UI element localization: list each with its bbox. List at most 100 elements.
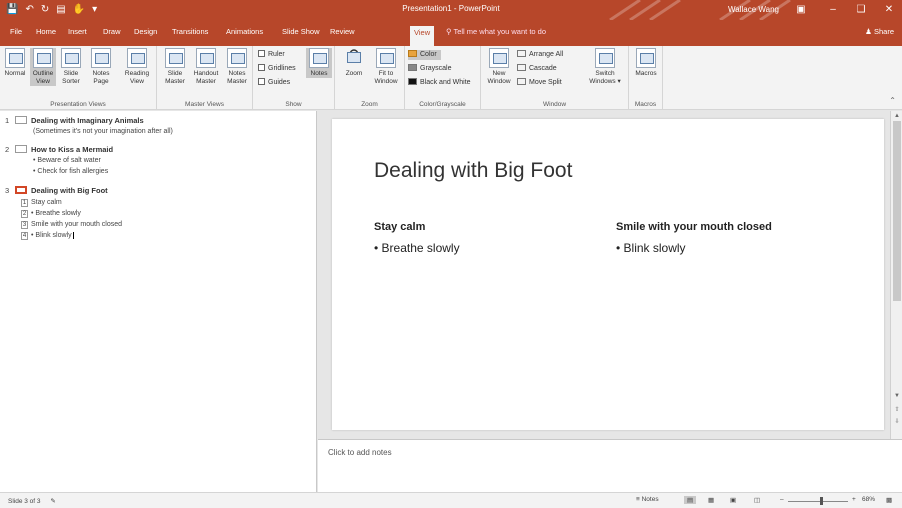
macros-label: Macros	[635, 70, 657, 77]
bw-label: Black and White	[420, 79, 471, 86]
move-split-button[interactable]: Move Split	[517, 78, 562, 88]
scroll-down-icon[interactable]: ▼	[891, 391, 902, 401]
right-column-bullet[interactable]: • Blink slowly	[616, 241, 686, 255]
tab-home[interactable]: Home	[32, 25, 60, 39]
scroll-up-icon[interactable]: ▲	[891, 111, 902, 121]
slide-canvas[interactable]: Dealing with Big Foot Stay calm • Breath…	[332, 119, 884, 430]
notes-master-button[interactable]: Notes Master	[223, 48, 251, 86]
tab-transitions[interactable]: Transitions	[168, 25, 212, 39]
grayscale-button[interactable]: Grayscale	[408, 64, 452, 74]
share-button[interactable]: ♟ Share	[865, 25, 894, 39]
previous-slide-icon[interactable]: ⇧	[891, 405, 902, 415]
group-label: Presentation Views	[50, 101, 106, 108]
share-label: Share	[873, 27, 894, 36]
outline-pane[interactable]: 1 Dealing with Imaginary Animals (Sometim…	[0, 111, 317, 492]
notes-toggle-button[interactable]: Notes	[306, 48, 332, 78]
tab-draw[interactable]: Draw	[99, 25, 125, 39]
zoom-level[interactable]: 68%	[862, 496, 875, 503]
tab-animations[interactable]: Animations	[222, 25, 267, 39]
notes-placeholder[interactable]: Click to add notes	[328, 448, 392, 457]
group-zoom: ⚲ Zoom Fit to Window Zoom	[335, 46, 405, 110]
collapse-ribbon-icon[interactable]: ⌃	[889, 96, 896, 105]
tell-me-box[interactable]: ⚲ Tell me what you want to do	[446, 25, 546, 39]
fit-slide-icon[interactable]: ▩	[886, 496, 892, 504]
scroll-thumb[interactable]	[893, 121, 901, 301]
fit-label-2: Window	[374, 78, 398, 85]
slide-sorter-status-icon[interactable]: ▦	[708, 496, 714, 504]
next-slide-icon[interactable]: ⇩	[891, 417, 902, 427]
zoom-slider-track[interactable]	[788, 501, 848, 502]
move-split-icon	[517, 78, 526, 85]
tab-file[interactable]: File	[6, 25, 26, 39]
zoom-in-icon[interactable]: +	[852, 496, 856, 503]
lightbulb-icon: ⚲	[446, 27, 452, 36]
user-name[interactable]: Wallace Wang	[728, 5, 779, 14]
ribbon-tabs: File Home Insert Draw Design Transitions…	[0, 20, 902, 46]
ruler-checkbox[interactable]: Ruler	[258, 50, 285, 60]
group-label: Master Views	[185, 101, 224, 108]
tab-insert[interactable]: Insert	[64, 25, 91, 39]
notes-master-label-2: Master	[227, 78, 247, 85]
macros-button[interactable]: Macros	[631, 48, 661, 78]
minimize-icon[interactable]: –	[822, 1, 844, 19]
tab-view[interactable]: View	[410, 26, 435, 46]
level-text: • Blink slowly	[31, 232, 72, 239]
outline-level-line[interactable]: 3 Smile with your mouth closed	[21, 221, 122, 229]
outline-line[interactable]: • Beware of salt water	[33, 157, 101, 164]
outline-line[interactable]: (Sometimes it's not your imagination aft…	[33, 128, 173, 135]
slide-title[interactable]: Dealing with Big Foot	[31, 186, 108, 195]
ribbon-display-icon[interactable]: ▣	[790, 1, 812, 19]
outline-slide-2[interactable]: 2 How to Kiss a Mermaid	[5, 145, 113, 154]
checkbox-box	[258, 50, 265, 57]
notes-status-button[interactable]: ≡ Notes	[636, 496, 659, 503]
new-window-button[interactable]: New Window	[485, 48, 513, 86]
outline-level-line[interactable]: 2 • Breathe slowly	[21, 210, 81, 218]
slide-master-button[interactable]: Slide Master	[161, 48, 189, 86]
black-white-button[interactable]: Black and White	[408, 78, 471, 88]
zoom-slider-thumb[interactable]	[820, 497, 823, 505]
bw-swatch-icon	[408, 78, 417, 85]
notes-page-button[interactable]: Notes Page	[88, 48, 114, 86]
spelling-icon[interactable]: ✎	[50, 498, 55, 505]
right-column-heading[interactable]: Smile with your mouth closed	[616, 221, 772, 233]
outline-slide-3[interactable]: 3 Dealing with Big Foot	[5, 186, 108, 195]
slide-title-text[interactable]: Dealing with Big Foot	[374, 159, 572, 183]
guides-checkbox[interactable]: Guides	[258, 78, 290, 88]
notes-status-icon: ≡	[636, 496, 640, 503]
cascade-button[interactable]: Cascade	[517, 64, 557, 74]
left-column-heading[interactable]: Stay calm	[374, 221, 425, 233]
close-icon[interactable]: ✕	[878, 1, 900, 19]
handout-master-button[interactable]: Handout Master	[191, 48, 221, 86]
vertical-scrollbar[interactable]: ▲ ▼ ⇧ ⇩	[890, 111, 902, 439]
fit-to-window-button[interactable]: Fit to Window	[371, 48, 401, 86]
reading-view-button[interactable]: Reading View	[122, 48, 152, 86]
gridlines-checkbox[interactable]: Gridlines	[258, 64, 296, 74]
restore-icon[interactable]: ❑	[850, 1, 872, 19]
tab-design[interactable]: Design	[130, 25, 161, 39]
outline-slide-1[interactable]: 1 Dealing with Imaginary Animals	[5, 116, 144, 125]
outline-level-line[interactable]: 4• Blink slowly​	[21, 232, 74, 240]
left-column-bullet[interactable]: • Breathe slowly	[374, 241, 460, 255]
zoom-button[interactable]: ⚲ Zoom	[341, 48, 367, 78]
tab-slide-show[interactable]: Slide Show	[278, 25, 324, 39]
outline-view-button[interactable]: Outline View	[30, 48, 56, 86]
normal-view-button[interactable]: Normal	[2, 48, 28, 78]
slide-title[interactable]: How to Kiss a Mermaid	[31, 145, 113, 154]
tab-review[interactable]: Review	[326, 25, 359, 39]
switch-windows-button[interactable]: Switch Windows ▾	[585, 48, 625, 86]
reading-view-status-icon[interactable]: ▣	[730, 496, 736, 504]
slideshow-status-icon[interactable]: ◫	[754, 496, 760, 504]
arrange-all-button[interactable]: Arrange All	[517, 50, 563, 60]
group-label: Macros	[634, 101, 657, 108]
color-button[interactable]: Color	[408, 50, 441, 60]
outline-level-line[interactable]: 1 Stay calm	[21, 199, 62, 207]
reading-label-2: View	[130, 78, 144, 85]
slide-title[interactable]: Dealing with Imaginary Animals	[31, 116, 144, 125]
notes-pane[interactable]: Click to add notes	[318, 439, 902, 492]
zoom-out-icon[interactable]: –	[780, 496, 784, 503]
new-window-icon	[489, 48, 509, 68]
normal-view-status-icon[interactable]: ▤	[684, 496, 697, 504]
slide-sorter-button[interactable]: Slide Sorter	[58, 48, 84, 86]
level-text: Smile with your mouth closed	[31, 221, 123, 228]
outline-line[interactable]: • Check for fish allergies	[33, 168, 108, 175]
